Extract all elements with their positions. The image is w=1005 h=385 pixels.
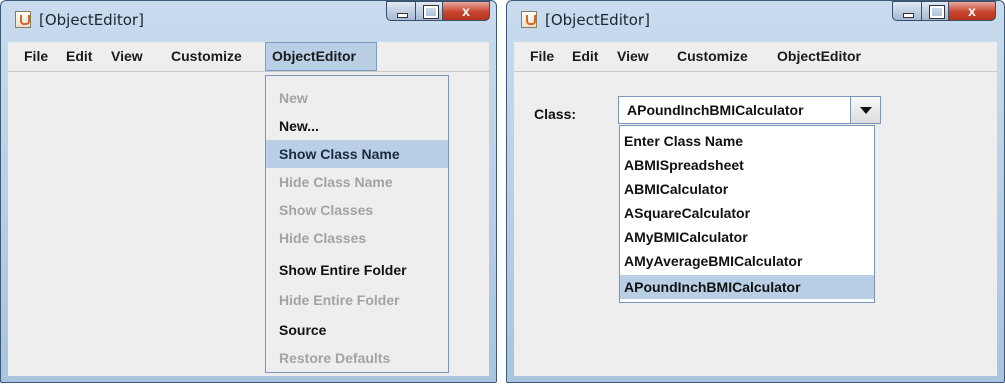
list-item[interactable]: ABMISpreadsheet <box>620 153 874 177</box>
menu-view[interactable]: View <box>611 42 655 71</box>
object-editor-window-2: [ObjectEditor] x File Edit View Customiz… <box>506 0 1005 383</box>
menu-item-restore-defaults: Restore Defaults <box>279 350 391 366</box>
menu-bar: File Edit View Customize ObjectEditor <box>8 42 489 72</box>
class-combobox-value: APoundInchBMICalculator <box>627 102 804 118</box>
java-icon <box>521 11 537 28</box>
editor-content: Class: APoundInchBMICalculator Enter Cla… <box>514 72 997 376</box>
java-icon <box>15 11 31 28</box>
menu-item-hide-classes: Hide Classes <box>279 230 367 246</box>
list-item[interactable]: Enter Class Name <box>620 129 874 153</box>
maximize-button[interactable] <box>415 1 443 21</box>
menu-item-new-dialog[interactable]: New... <box>266 112 448 140</box>
menu-objecteditor[interactable]: ObjectEditor <box>771 42 867 71</box>
close-button[interactable]: x <box>948 1 996 21</box>
menu-edit[interactable]: Edit <box>566 42 604 71</box>
menu-edit[interactable]: Edit <box>60 42 98 71</box>
menu-item-show-entire-folder[interactable]: Show Entire Folder <box>266 256 448 284</box>
list-item[interactable]: ASquareCalculator <box>620 201 874 225</box>
class-label: Class: <box>534 106 577 122</box>
object-editor-window-1: [ObjectEditor] x File Edit View Customiz… <box>0 0 497 383</box>
objecteditor-dropdown-menu: New New... Show Class Name Hide Class Na… <box>265 75 449 373</box>
class-dropdown-list: Enter Class Name ABMISpreadsheet ABMICal… <box>619 125 875 303</box>
close-icon: x <box>968 3 976 19</box>
class-combobox[interactable]: APoundInchBMICalculator <box>618 96 881 124</box>
title-bar[interactable]: [ObjectEditor] x <box>507 1 1004 41</box>
list-item-selected[interactable]: APoundInchBMICalculator <box>620 275 874 299</box>
menu-item-new: New <box>279 90 308 106</box>
menu-bar: File Edit View Customize ObjectEditor <box>514 42 997 72</box>
list-item[interactable]: AMyBMICalculator <box>620 225 874 249</box>
menu-view[interactable]: View <box>105 42 149 71</box>
menu-customize[interactable]: Customize <box>671 42 754 71</box>
menu-item-hide-class-name: Hide Class Name <box>279 174 393 190</box>
maximize-icon <box>929 5 945 19</box>
window-title: [ObjectEditor] <box>39 11 144 29</box>
menu-item-show-class-name[interactable]: Show Class Name <box>266 140 448 168</box>
minimize-button[interactable] <box>892 1 922 21</box>
close-button[interactable]: x <box>442 1 490 21</box>
menu-item-show-classes: Show Classes <box>279 202 374 218</box>
menu-customize[interactable]: Customize <box>165 42 248 71</box>
list-item[interactable]: ABMICalculator <box>620 177 874 201</box>
menu-file[interactable]: File <box>524 42 560 71</box>
menu-item-source[interactable]: Source <box>266 316 448 344</box>
menu-file[interactable]: File <box>18 42 54 71</box>
close-icon: x <box>462 3 470 19</box>
menu-objecteditor[interactable]: ObjectEditor <box>265 42 377 71</box>
minimize-button[interactable] <box>386 1 416 21</box>
list-item[interactable]: AMyAverageBMICalculator <box>620 249 874 273</box>
chevron-down-icon[interactable] <box>850 97 880 123</box>
title-bar[interactable]: [ObjectEditor] x <box>1 1 496 41</box>
window-title: [ObjectEditor] <box>545 11 650 29</box>
menu-item-hide-entire-folder: Hide Entire Folder <box>279 292 400 308</box>
minimize-icon <box>397 13 408 18</box>
maximize-icon <box>423 5 439 19</box>
maximize-button[interactable] <box>921 1 949 21</box>
minimize-icon <box>903 13 914 18</box>
